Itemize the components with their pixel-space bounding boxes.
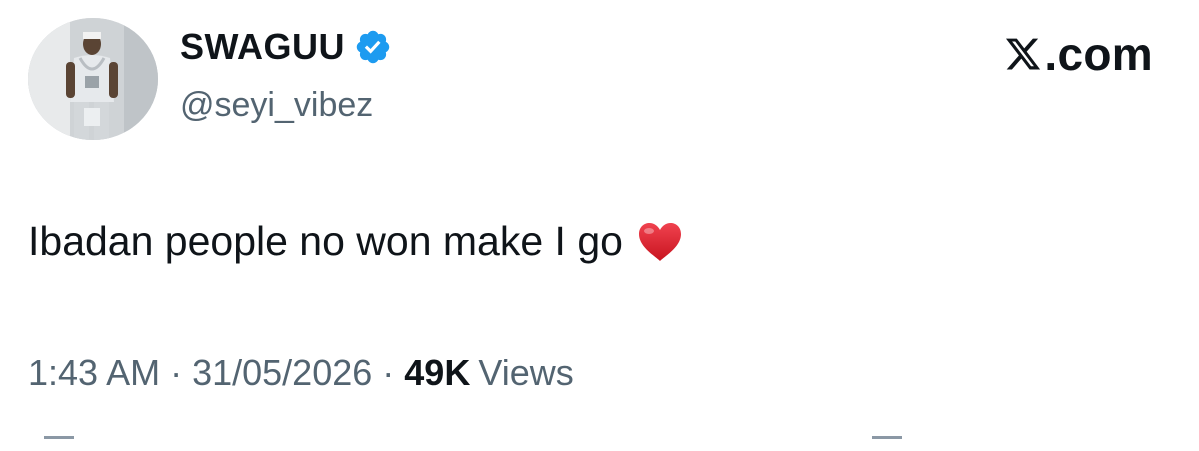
views-count[interactable]: 49K xyxy=(404,352,470,394)
avatar[interactable] xyxy=(28,18,158,140)
meta-separator: · xyxy=(170,352,183,393)
share-icon[interactable] xyxy=(872,436,902,451)
views-label[interactable]: Views xyxy=(478,352,573,394)
author-name-row[interactable]: SWAGUU xyxy=(180,24,392,70)
verified-badge-icon xyxy=(354,28,392,66)
reply-icon[interactable] xyxy=(44,436,74,451)
avatar-photo xyxy=(28,18,158,140)
tweet-date[interactable]: 31/05/2026 xyxy=(192,352,372,394)
tweet-time[interactable]: 1:43 AM xyxy=(28,352,160,394)
x-logo-icon xyxy=(1004,34,1042,74)
display-name[interactable]: SWAGUU xyxy=(180,26,345,68)
meta-separator: · xyxy=(382,352,395,393)
platform-logo: .com xyxy=(1004,28,1153,80)
tweet-body: Ibadan people no won make I go xyxy=(28,218,683,265)
heart-emoji-icon xyxy=(637,221,683,263)
author-handle[interactable]: @seyi_vibez xyxy=(180,86,373,125)
tweet-card: SWAGUU @seyi_vibez .com Ibadan people no… xyxy=(0,0,1199,448)
tweet-meta: 1:43 AM · 31/05/2026 · 49K Views xyxy=(28,352,574,394)
platform-domain-label: .com xyxy=(1044,28,1153,80)
tweet-text: Ibadan people no won make I go xyxy=(28,218,623,264)
